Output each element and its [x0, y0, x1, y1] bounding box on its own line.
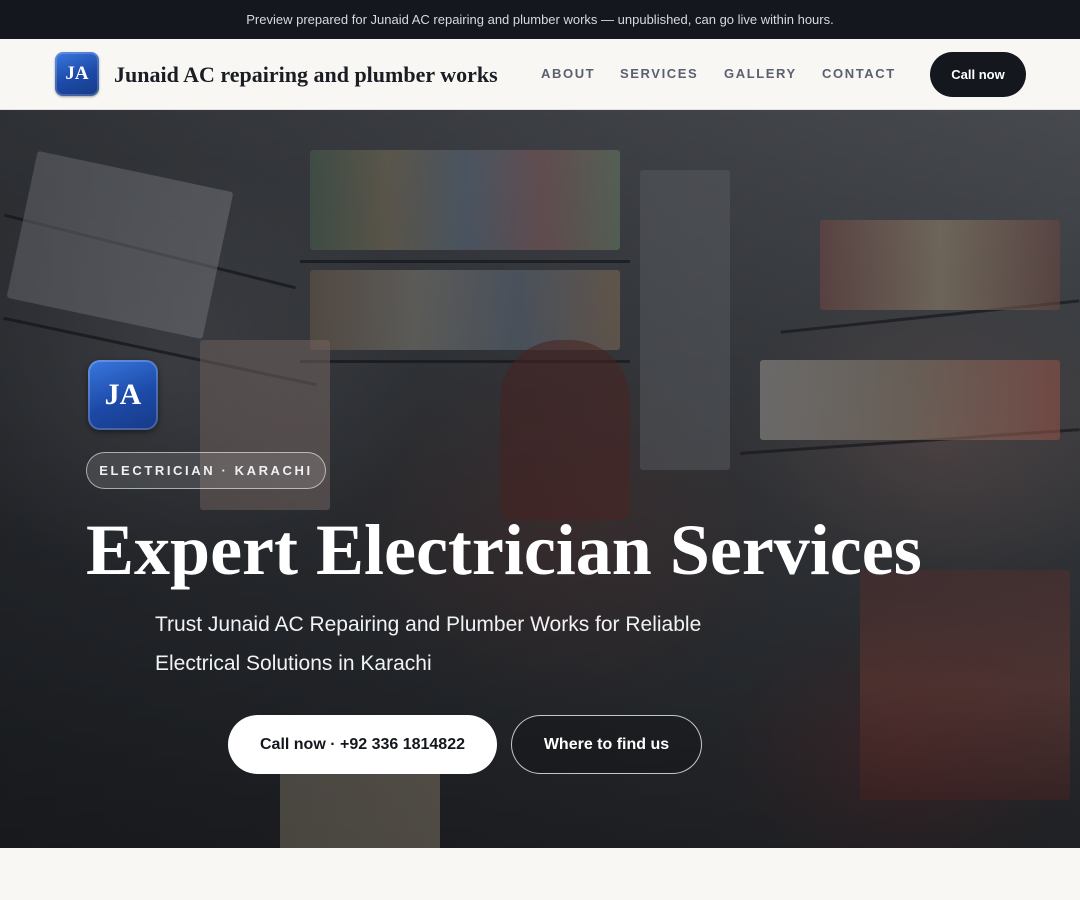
nav-contact[interactable]: CONTACT [822, 66, 896, 82]
preview-banner: Preview prepared for Junaid AC repairing… [0, 0, 1080, 39]
hero-category-tag: ELECTRICIAN · KARACHI [86, 452, 326, 489]
hero-section: JA ELECTRICIAN · KARACHI Expert Electric… [0, 110, 1080, 848]
hero-title: Expert Electrician Services [86, 510, 922, 590]
site-header: JA Junaid AC repairing and plumber works… [0, 39, 1080, 110]
preview-banner-text: Preview prepared for Junaid AC repairing… [246, 12, 834, 27]
brand-name[interactable]: Junaid AC repairing and plumber works [114, 61, 498, 89]
brand-logo[interactable]: JA [55, 52, 99, 96]
hero-subtitle: Trust Junaid AC Repairing and Plumber Wo… [155, 613, 702, 675]
hero-call-button[interactable]: Call now · +92 336 1814822 [228, 715, 497, 774]
nav-about[interactable]: ABOUT [541, 66, 595, 82]
nav-gallery[interactable]: GALLERY [724, 66, 797, 82]
header-call-button[interactable]: Call now [930, 52, 1026, 97]
hero-logo-badge: JA [88, 360, 158, 430]
hero-location-button[interactable]: Where to find us [511, 715, 702, 774]
nav-services[interactable]: SERVICES [620, 66, 698, 82]
